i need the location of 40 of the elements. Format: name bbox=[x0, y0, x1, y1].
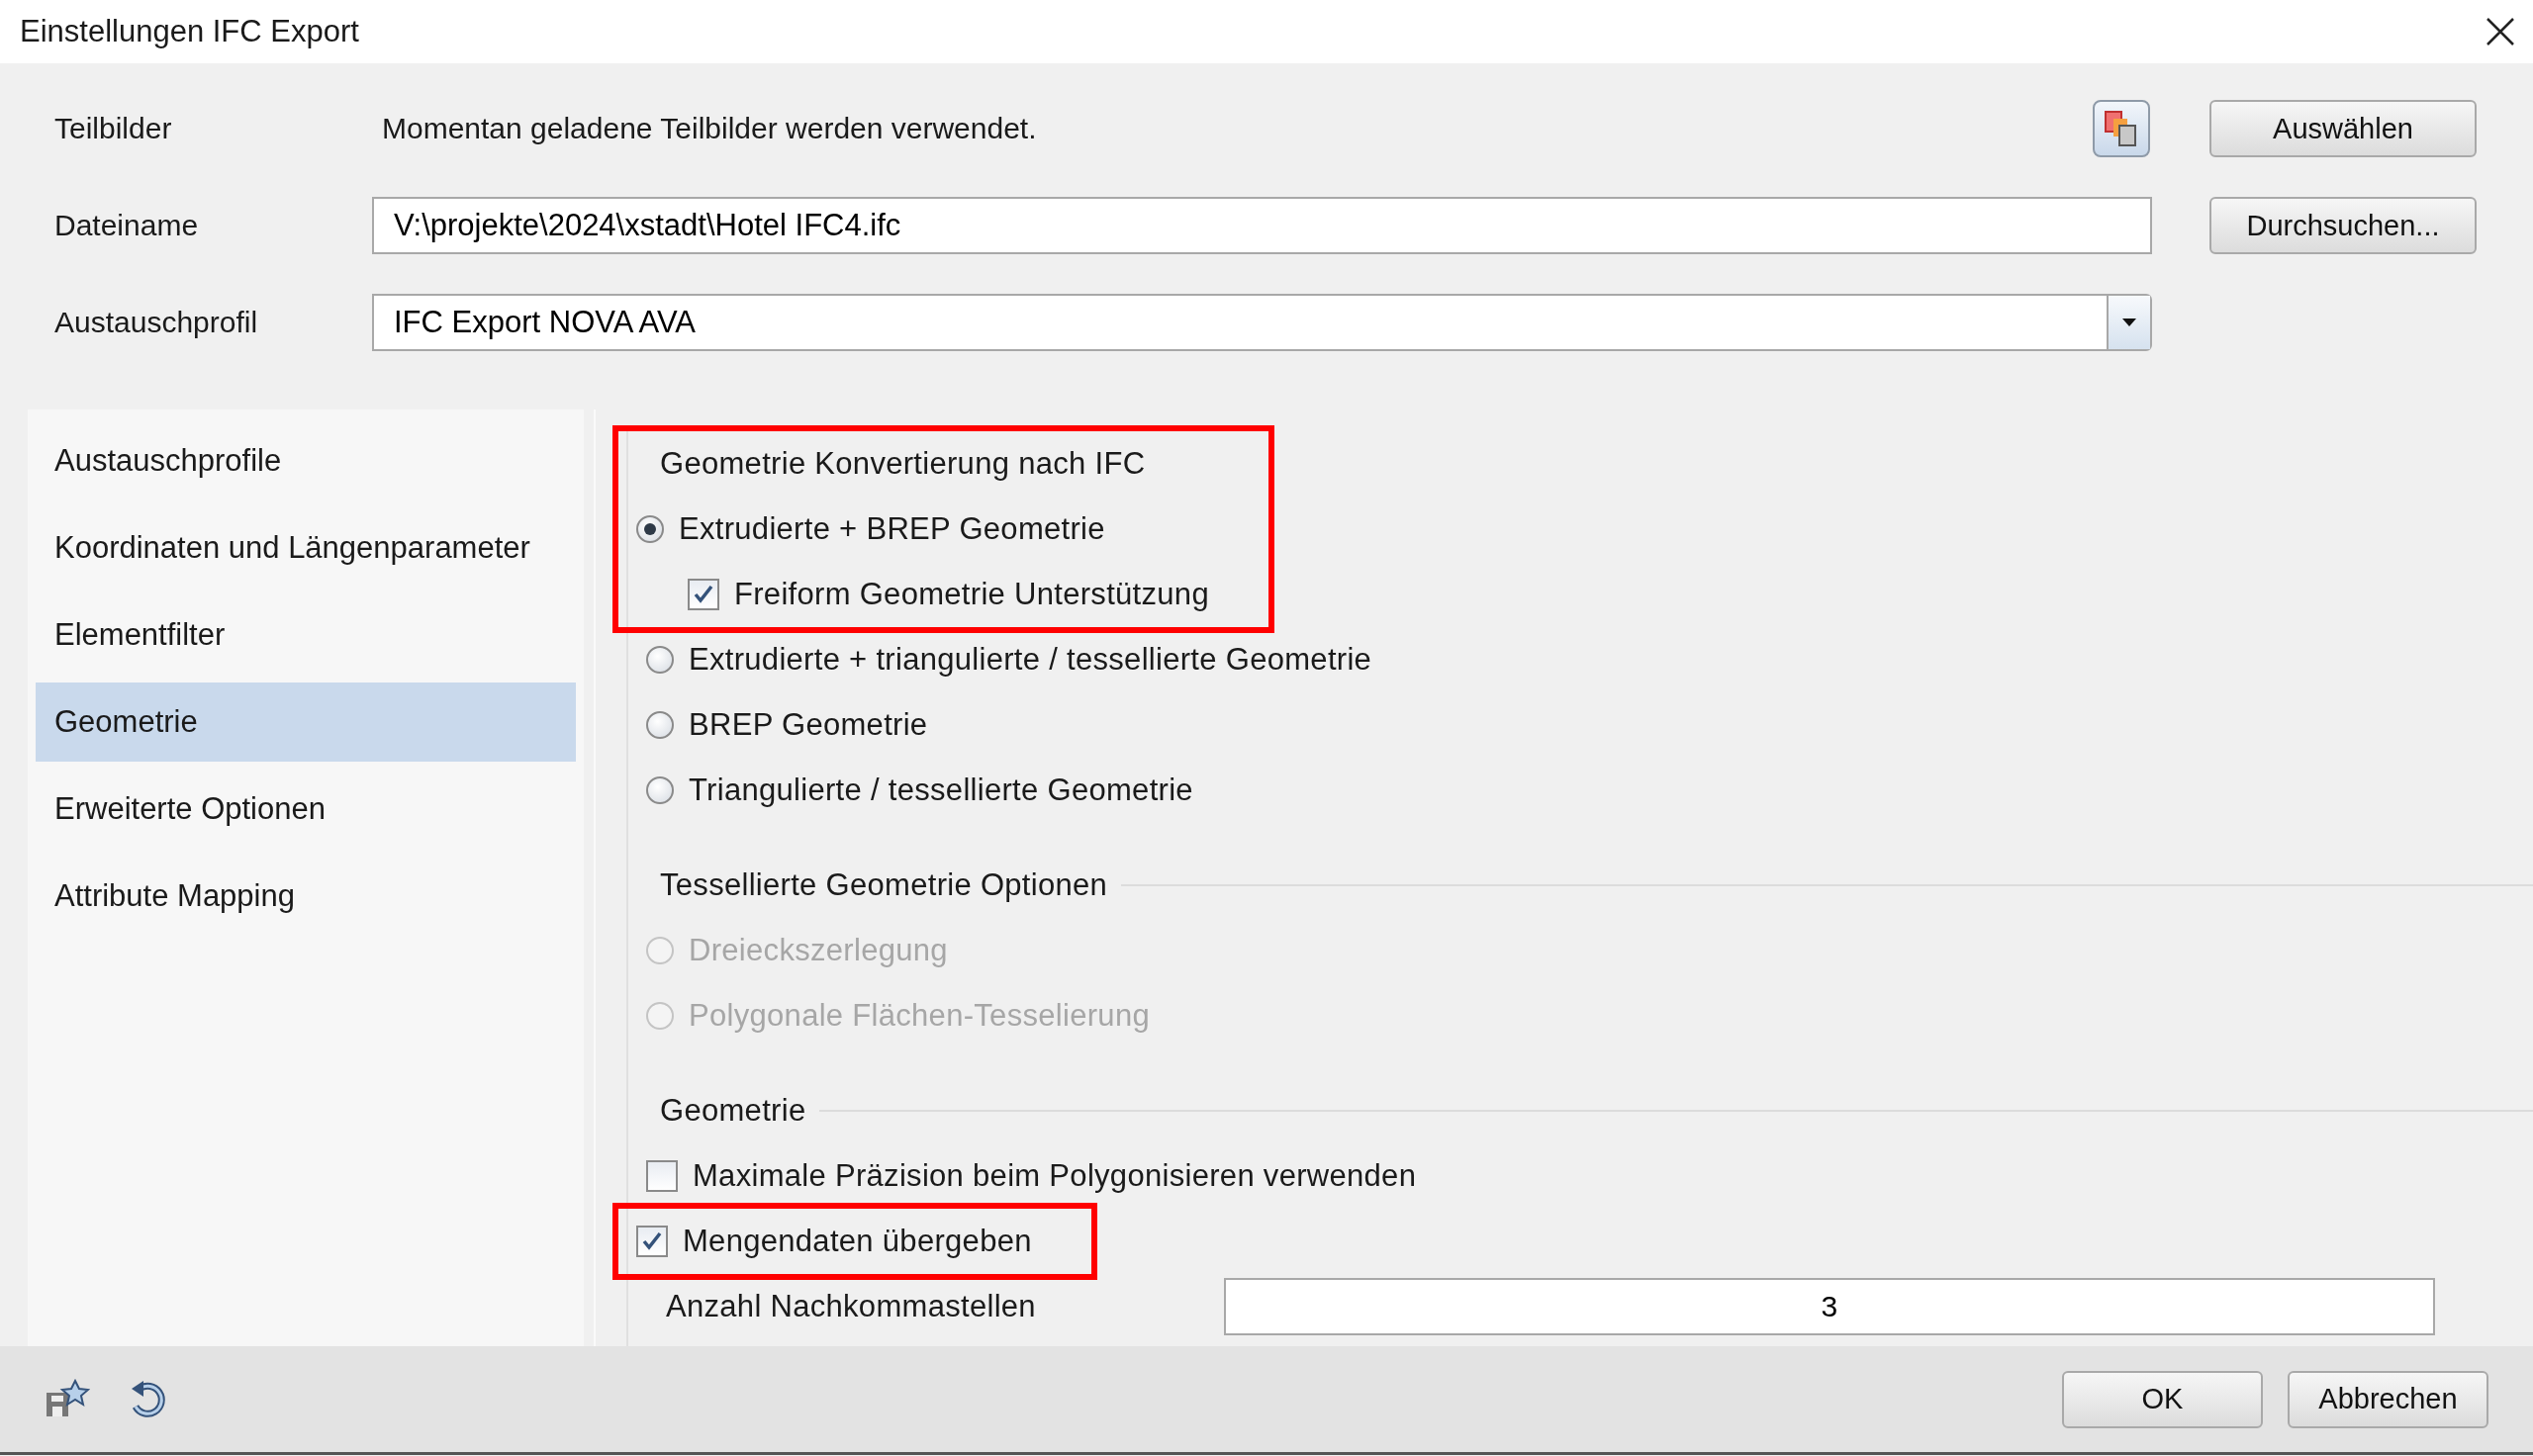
field-label: Teilbilder bbox=[53, 112, 173, 145]
file-name-field[interactable]: V:\projekte\2024\xstadt\Hotel IFC4.ifc bbox=[372, 197, 2152, 254]
option-label: Dreieckszerlegung bbox=[689, 933, 948, 968]
option-label: Extrudierte + triangulierte / tessellierte Geometrie bbox=[689, 642, 1372, 678]
action-button[interactable]: Auswählen bbox=[2209, 100, 2477, 157]
dialog-button[interactable]: OK bbox=[2062, 1370, 2263, 1428]
option-label: BREP Geometrie bbox=[689, 707, 928, 743]
layers-button[interactable] bbox=[2093, 100, 2150, 157]
option-label: Triangulierte / tessellierte Geometrie bbox=[689, 773, 1193, 808]
profile-dropdown[interactable]: IFC Export NOVA AVA bbox=[372, 294, 2152, 351]
sidebar-item[interactable]: Erweiterte Optionen bbox=[36, 770, 576, 849]
group-title: Tessellierte Geometrie Optionen bbox=[659, 867, 1109, 903]
option-label: Freiform Geometrie Unterstützung bbox=[734, 577, 1209, 612]
field-label: Austauschprofil bbox=[53, 306, 259, 339]
group-title: Geometrie Konvertierung nach IFC bbox=[659, 446, 1147, 482]
radio-button[interactable] bbox=[636, 515, 664, 543]
radio-button[interactable] bbox=[646, 776, 674, 804]
option-label: Polygonale Flächen-Tesselierung bbox=[689, 998, 1150, 1034]
field-label: Anzahl Nachkommastellen bbox=[665, 1289, 1037, 1324]
radio-button[interactable] bbox=[646, 646, 674, 674]
option-label: Extrudierte + BREP Geometrie bbox=[679, 511, 1105, 547]
close-icon[interactable] bbox=[2486, 17, 2515, 46]
checkbox[interactable] bbox=[646, 1160, 678, 1192]
action-button[interactable]: Durchsuchen... bbox=[2209, 197, 2477, 254]
sidebar-item[interactable]: Attribute Mapping bbox=[36, 857, 576, 936]
checkbox[interactable] bbox=[636, 1226, 668, 1257]
sidebar-item[interactable]: Geometrie bbox=[36, 682, 576, 762]
sidebar-item[interactable]: Koordinaten und Längenparameter bbox=[36, 508, 576, 588]
group-title: Geometrie bbox=[659, 1093, 807, 1129]
dialog-button[interactable]: Abbrechen bbox=[2288, 1370, 2488, 1428]
number-field[interactable]: 3 bbox=[1224, 1278, 2435, 1335]
info-text: Momentan geladene Teilbilder werden verwendet. bbox=[381, 112, 1038, 145]
sidebar-item[interactable]: Austauschprofile bbox=[36, 421, 576, 500]
sidebar-item[interactable]: Elementfilter bbox=[36, 595, 576, 675]
option-label: Mengendaten übergeben bbox=[683, 1224, 1032, 1259]
option-label: Maximale Präzision beim Polygonisieren verwenden bbox=[693, 1158, 1417, 1194]
radio-button[interactable] bbox=[646, 711, 674, 739]
window-title: Einstellungen IFC Export bbox=[20, 14, 359, 49]
checkbox[interactable] bbox=[688, 579, 719, 610]
field-label: Dateiname bbox=[53, 209, 200, 242]
